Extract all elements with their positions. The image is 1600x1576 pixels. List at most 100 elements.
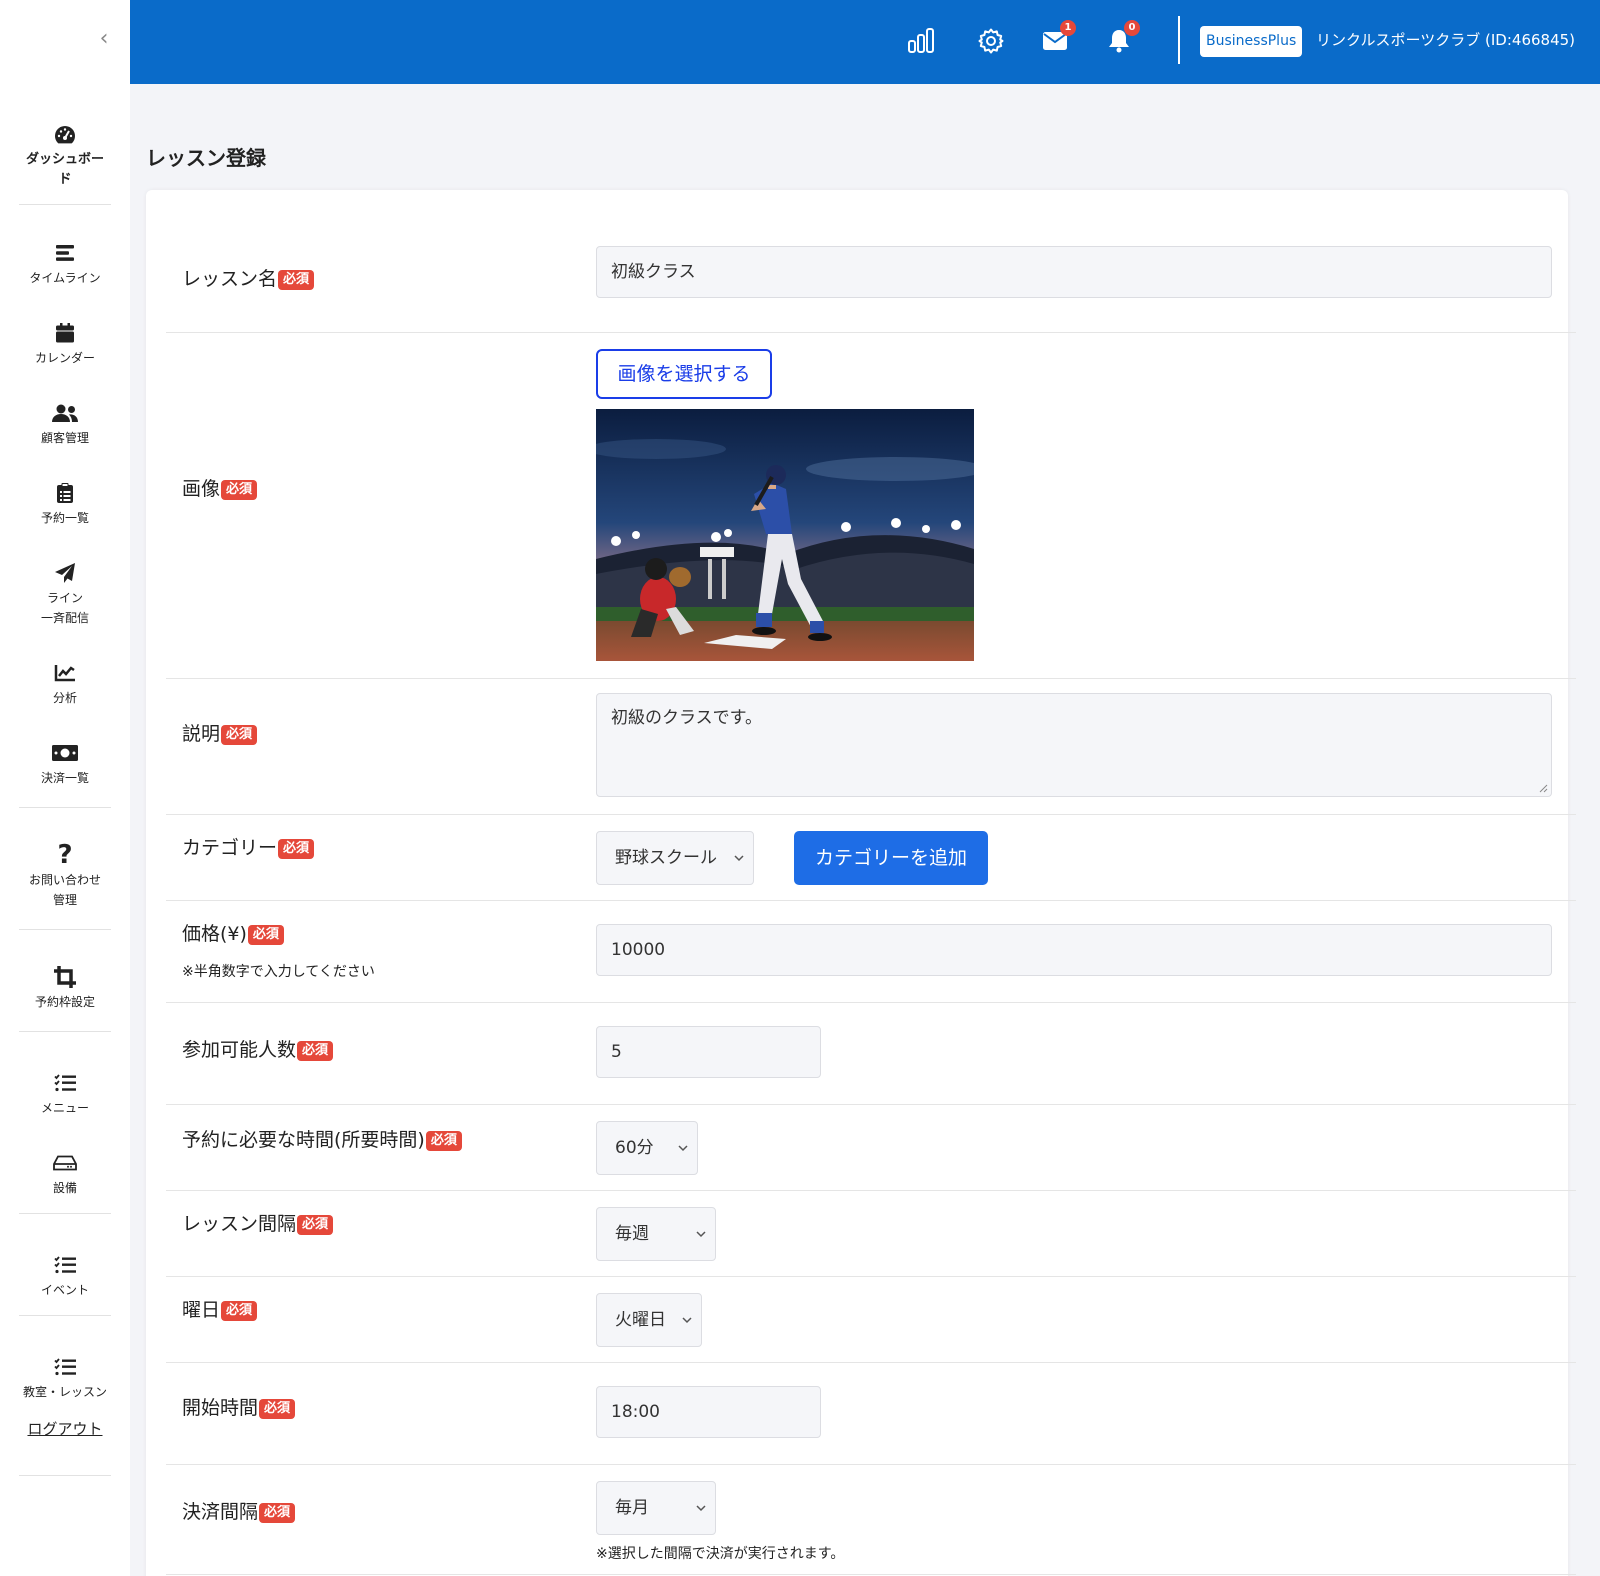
field-label: カテゴリー 必須 (182, 835, 315, 861)
payment-interval-select[interactable]: 毎月 (596, 1481, 716, 1535)
category-select[interactable]: 野球スクール (596, 831, 754, 885)
lesson-form-card: レッスン名 必須 初級クラス 画像 必須 画像を選択する 説明 必須 初級のクラ… (146, 190, 1576, 1576)
sidebar-item-analytics[interactable]: 分析 (0, 660, 130, 708)
divider (19, 1031, 111, 1032)
form-row-payment-interval: 決済間隔 必須 毎月 ※選択した間隔で決済が実行されます。 (166, 1465, 1576, 1575)
sidebar-item-customers[interactable]: 顧客管理 (0, 400, 130, 448)
field-label-text: 曜日 (182, 1299, 221, 1321)
form-row-interval: レッスン間隔 必須 毎週 (166, 1191, 1576, 1277)
chevron-down-icon (678, 1145, 688, 1152)
form-row-weekday: 曜日 必須 火曜日 (166, 1277, 1576, 1363)
required-badge: 必須 (278, 839, 315, 859)
lesson-image-preview (596, 409, 974, 661)
topbar: 1 0 BusinessPlus リンクルスポーツクラブ (ID:466845) (130, 0, 1600, 84)
sidebar-item-label-2: 管理 (52, 893, 77, 907)
chevron-down-icon (696, 1505, 706, 1512)
weekday-select[interactable]: 火曜日 (596, 1293, 702, 1347)
settings-gear-icon[interactable] (974, 24, 1008, 58)
sidebar-item-label: 顧客管理 (40, 431, 89, 445)
selected-value: 野球スクール (615, 848, 717, 868)
field-label: 開始時間 必須 (182, 1395, 296, 1421)
capacity-input[interactable]: 5 (596, 1026, 821, 1078)
sidebar-item-inquiries[interactable]: ? お問い合わせ 管理 (0, 840, 130, 910)
form-row-description: 説明 必須 初級のクラスです。 (166, 679, 1576, 815)
sidebar-item-dashboard[interactable]: ダッシュボード (0, 122, 130, 190)
sidebar-item-label: 予約一覧 (40, 511, 89, 525)
sidebar-item-label: メニュー (40, 1101, 89, 1115)
price-input[interactable]: 10000 (596, 924, 1552, 976)
required-badge: 必須 (425, 1131, 462, 1151)
paper-plane-icon (0, 560, 130, 586)
field-label-text: 予約に必要な時間(所要時間) (182, 1129, 425, 1151)
required-badge: 必須 (221, 480, 258, 500)
form-row-capacity: 参加可能人数 必須 5 (166, 1003, 1576, 1105)
divider (19, 204, 111, 205)
sidebar-item-classroom-lessons[interactable]: 教室・レッスン (0, 1354, 130, 1402)
question-icon: ? (57, 840, 73, 870)
field-label-text: 画像 (182, 478, 221, 500)
add-category-button[interactable]: カテゴリーを追加 (794, 831, 988, 885)
field-label-text: 開始時間 (182, 1397, 259, 1419)
field-label-text: 価格(¥) (182, 923, 247, 945)
start-time-input[interactable]: 18:00 (596, 1386, 821, 1438)
crop-icon (0, 964, 130, 990)
description-textarea[interactable]: 初級のクラスです。 (596, 693, 1552, 797)
sidebar-item-line-broadcast[interactable]: ライン 一斉配信 (0, 560, 130, 628)
field-label-text: 決済間隔 (182, 1501, 259, 1523)
divider (19, 1315, 111, 1316)
duration-select[interactable]: 60分 (596, 1121, 698, 1175)
sidebar-item-menu[interactable]: メニュー (0, 1070, 130, 1118)
timeline-icon (0, 240, 130, 266)
sidebar-item-events[interactable]: イベント (0, 1252, 130, 1300)
logout-link[interactable]: ログアウト (0, 1418, 130, 1439)
field-label: レッスン名 必須 (182, 266, 315, 292)
sidebar-item-label-2: 一斉配信 (40, 611, 89, 625)
sidebar-item-reservations[interactable]: 予約一覧 (0, 480, 130, 528)
required-badge: 必須 (297, 1215, 334, 1235)
price-hint: ※半角数字で入力してください (182, 964, 375, 980)
required-badge: 必須 (259, 1503, 296, 1523)
chevron-down-icon (734, 855, 744, 862)
form-row-category: カテゴリー 必須 野球スクール カテゴリーを追加 (166, 815, 1576, 901)
required-badge: 必須 (221, 725, 258, 745)
required-badge: 必須 (278, 270, 315, 290)
users-icon (0, 400, 130, 426)
sidebar-item-timeline[interactable]: タイムライン (0, 240, 130, 288)
field-label-text: 説明 (182, 723, 221, 745)
analytics-chart-icon[interactable] (904, 24, 938, 58)
interval-select[interactable]: 毎週 (596, 1207, 716, 1261)
field-label: 価格(¥) 必須 (182, 921, 284, 947)
list-check-icon (0, 1070, 130, 1096)
notification-bell-icon[interactable]: 0 (1102, 20, 1140, 58)
select-image-button[interactable]: 画像を選択する (596, 349, 772, 399)
divider (19, 929, 111, 930)
sidebar: ‹ ダッシュボード タイムライン カレンダー 顧客管理 予約一覧 ライン 一斉配… (0, 0, 130, 1576)
page-title: レッスン登録 (146, 146, 266, 170)
payment-interval-hint: ※選択した間隔で決済が実行されます。 (596, 1546, 845, 1562)
sidebar-item-payments[interactable]: 決済一覧 (0, 740, 130, 788)
account-name[interactable]: リンクルスポーツクラブ (ID:466845) (1316, 30, 1575, 50)
sidebar-item-calendar[interactable]: カレンダー (0, 320, 130, 368)
clipboard-icon (0, 480, 130, 506)
field-label: 決済間隔 必須 (182, 1499, 296, 1525)
field-label: レッスン間隔 必須 (182, 1211, 334, 1237)
sidebar-item-equipment[interactable]: 設備 (0, 1150, 130, 1198)
field-label-text: 参加可能人数 (182, 1039, 297, 1061)
hdd-icon (0, 1150, 130, 1176)
collapse-sidebar-icon[interactable]: ‹ (94, 28, 114, 50)
resize-handle-icon[interactable] (1538, 783, 1548, 793)
chart-line-icon (0, 660, 130, 686)
sidebar-item-slot-settings[interactable]: 予約枠設定 (0, 964, 130, 1012)
mail-icon[interactable]: 1 (1038, 20, 1076, 58)
selected-value: 毎月 (615, 1498, 649, 1518)
sidebar-item-label: 分析 (52, 691, 77, 705)
field-label: 説明 必須 (182, 721, 258, 747)
required-badge: 必須 (259, 1399, 296, 1419)
sidebar-item-label: ライン (46, 591, 83, 605)
lesson-name-input[interactable]: 初級クラス (596, 246, 1552, 298)
form-row-lesson-name: レッスン名 必須 初級クラス (166, 226, 1576, 333)
form-row-image: 画像 必須 画像を選択する (166, 333, 1576, 679)
sidebar-item-label: お問い合わせ (28, 873, 101, 887)
sidebar-item-label: ダッシュボード (25, 152, 104, 187)
form-row-start-time: 開始時間 必須 18:00 (166, 1363, 1576, 1465)
